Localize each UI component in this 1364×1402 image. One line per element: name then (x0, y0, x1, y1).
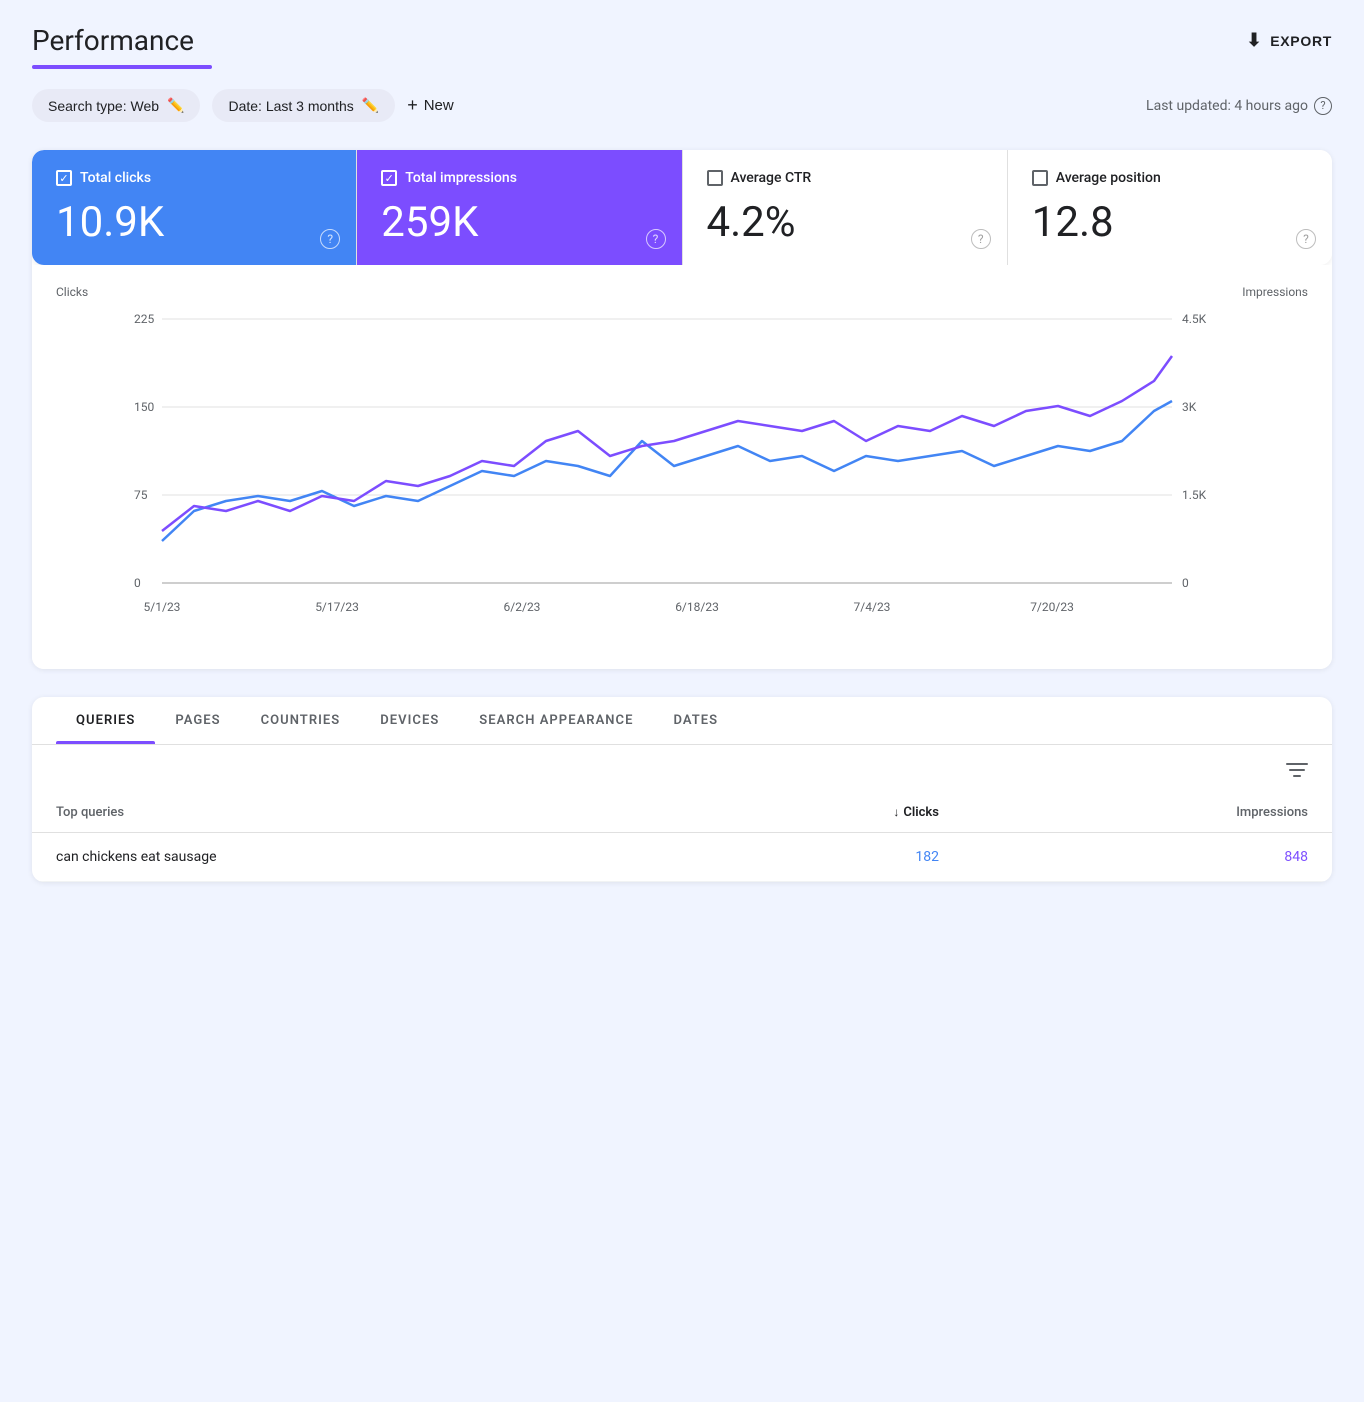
filter-bar: Search type: Web ✏️ Date: Last 3 months … (32, 89, 1332, 122)
average-ctr-label: Average CTR (731, 170, 812, 186)
tab-dates[interactable]: DATES (653, 697, 738, 744)
average-position-value: 12.8 (1032, 198, 1308, 247)
svg-text:5/1/23: 5/1/23 (144, 600, 181, 614)
total-impressions-help-icon[interactable]: ? (646, 229, 666, 249)
svg-text:7/4/23: 7/4/23 (854, 600, 891, 614)
svg-text:5/17/23: 5/17/23 (315, 600, 359, 614)
filter-lines-icon (1286, 761, 1308, 779)
queries-table: Top queries ↓Clicks Impressions can chic… (32, 793, 1332, 882)
tab-countries[interactable]: COUNTRIES (241, 697, 361, 744)
table-toolbar (32, 745, 1332, 793)
total-clicks-value: 10.9K (56, 198, 332, 247)
table-section: QUERIES PAGES COUNTRIES DEVICES SEARCH A… (32, 697, 1332, 882)
export-button[interactable]: ⬇ EXPORT (1246, 30, 1332, 51)
metric-total-clicks[interactable]: Total clicks 10.9K ? (32, 150, 357, 265)
average-ctr-help-icon[interactable]: ? (971, 229, 991, 249)
total-clicks-label: Total clicks (80, 170, 151, 186)
average-ctr-value: 4.2% (707, 198, 983, 247)
col-clicks-header[interactable]: ↓Clicks (675, 793, 963, 833)
tab-pages[interactable]: PAGES (155, 697, 240, 744)
date-label: Date: Last 3 months (228, 98, 353, 114)
total-impressions-label: Total impressions (405, 170, 517, 186)
metric-average-ctr[interactable]: Average CTR 4.2% ? (683, 150, 1008, 265)
svg-text:4.5K: 4.5K (1182, 312, 1207, 326)
last-updated: Last updated: 4 hours ago ? (1146, 97, 1332, 115)
chart-svg-container: 225 150 75 0 4.5K 3K 1.5K 0 (56, 301, 1308, 645)
average-position-checkbox[interactable] (1032, 170, 1048, 186)
chart-y-left-label: Clicks (56, 285, 88, 299)
clicks-cell: 182 (675, 833, 963, 882)
tab-search-appearance[interactable]: SEARCH APPEARANCE (459, 697, 653, 744)
total-clicks-help-icon[interactable]: ? (320, 229, 340, 249)
last-updated-help-icon[interactable]: ? (1314, 97, 1332, 115)
tabs-row: QUERIES PAGES COUNTRIES DEVICES SEARCH A… (32, 697, 1332, 745)
svg-text:150: 150 (134, 400, 154, 414)
chart-y-right-label: Impressions (1242, 285, 1308, 299)
svg-text:7/20/23: 7/20/23 (1030, 600, 1074, 614)
edit-date-icon: ✏️ (362, 97, 379, 114)
average-position-label: Average position (1056, 170, 1161, 186)
sort-arrow-icon: ↓ (893, 805, 899, 819)
table-row: can chickens eat sausage 182 848 (32, 833, 1332, 882)
total-clicks-checkbox[interactable] (56, 170, 72, 186)
svg-text:0: 0 (134, 576, 141, 590)
svg-text:6/2/23: 6/2/23 (504, 600, 541, 614)
tab-devices[interactable]: DEVICES (360, 697, 459, 744)
search-type-filter[interactable]: Search type: Web ✏️ (32, 89, 200, 122)
svg-text:1.5K: 1.5K (1182, 488, 1207, 502)
metrics-row: Total clicks 10.9K ? Total impressions 2… (32, 150, 1332, 265)
new-label: New (424, 97, 454, 114)
average-position-help-icon[interactable]: ? (1296, 229, 1316, 249)
chart-area: Clicks Impressions 225 150 75 0 4.5K 3K … (32, 265, 1332, 669)
edit-search-type-icon: ✏️ (167, 97, 184, 114)
svg-text:0: 0 (1182, 576, 1189, 590)
metric-average-position[interactable]: Average position 12.8 ? (1008, 150, 1332, 265)
page-header: Performance ⬇ EXPORT (32, 24, 1332, 57)
metric-total-impressions[interactable]: Total impressions 259K ? (357, 150, 682, 265)
impressions-cell: 848 (963, 833, 1332, 882)
search-type-label: Search type: Web (48, 98, 159, 114)
metrics-chart-card: Total clicks 10.9K ? Total impressions 2… (32, 150, 1332, 669)
tab-queries[interactable]: QUERIES (56, 697, 155, 744)
table-filter-button[interactable] (1286, 761, 1308, 785)
export-label: EXPORT (1270, 33, 1332, 49)
average-ctr-checkbox[interactable] (707, 170, 723, 186)
total-impressions-value: 259K (381, 198, 657, 247)
svg-text:75: 75 (134, 488, 148, 502)
total-impressions-checkbox[interactable] (381, 170, 397, 186)
col-query-header[interactable]: Top queries (32, 793, 675, 833)
title-underline (32, 65, 212, 69)
svg-text:3K: 3K (1182, 400, 1197, 414)
query-cell: can chickens eat sausage (32, 833, 675, 882)
plus-icon: + (407, 95, 418, 116)
last-updated-text: Last updated: 4 hours ago (1146, 98, 1308, 114)
export-icon: ⬇ (1246, 30, 1262, 51)
new-filter-button[interactable]: + New (407, 95, 454, 116)
date-filter[interactable]: Date: Last 3 months ✏️ (212, 89, 395, 122)
performance-chart: 225 150 75 0 4.5K 3K 1.5K 0 (56, 301, 1308, 641)
page-title: Performance (32, 24, 194, 57)
svg-text:225: 225 (134, 312, 154, 326)
col-impressions-header[interactable]: Impressions (963, 793, 1332, 833)
svg-text:6/18/23: 6/18/23 (675, 600, 719, 614)
